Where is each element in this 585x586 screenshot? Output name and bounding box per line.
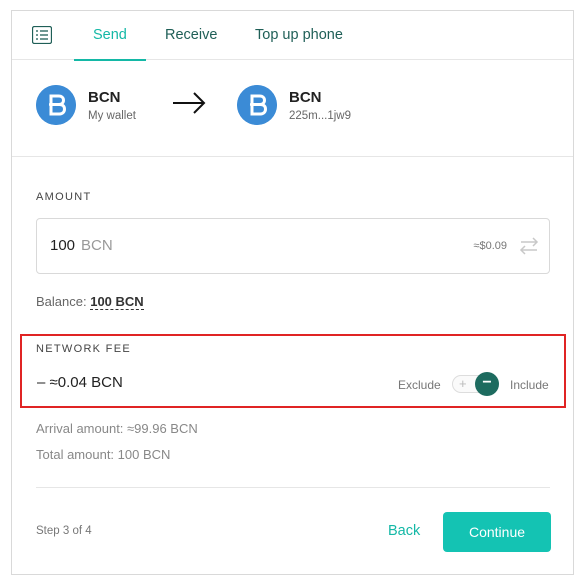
- amount-usd-estimate: ≈$0.09: [473, 240, 507, 252]
- minus-icon[interactable]: −: [475, 372, 499, 396]
- tab-receive[interactable]: Receive: [165, 11, 217, 60]
- balance-row: Balance: 100 BCN: [36, 294, 144, 310]
- network-fee-value: – ≈0.04 BCN: [37, 374, 123, 391]
- arrival-amount: Arrival amount: ≈99.96 BCN: [36, 421, 198, 436]
- from-wallet-label: My wallet: [88, 110, 136, 122]
- send-card: Send Receive Top up phone BCN My wallet …: [11, 10, 574, 575]
- amount-label: AMOUNT: [36, 191, 92, 203]
- tab-bar: Send Receive Top up phone: [12, 11, 573, 61]
- network-fee-label: NETWORK FEE: [36, 343, 131, 355]
- swap-currency-icon[interactable]: [519, 237, 539, 255]
- to-address-label: 225m...1jw9: [289, 110, 352, 122]
- bytecoin-icon: [36, 85, 76, 125]
- arrow-right-icon: [173, 92, 206, 114]
- fee-exclude-label[interactable]: Exclude: [398, 378, 441, 392]
- from-coin-name: BCN: [88, 89, 121, 106]
- step-indicator: Step 3 of 4: [36, 525, 92, 537]
- plus-icon: +: [459, 376, 467, 391]
- continue-button[interactable]: Continue: [443, 512, 551, 552]
- fee-include-label[interactable]: Include: [510, 378, 549, 392]
- divider: [36, 487, 550, 488]
- balance-value[interactable]: 100 BCN: [90, 294, 144, 310]
- tab-top-up-phone[interactable]: Top up phone: [255, 11, 343, 60]
- amount-value: 100: [50, 237, 76, 254]
- tab-send[interactable]: Send: [74, 11, 146, 61]
- total-amount: Total amount: 100 BCN: [36, 447, 171, 462]
- list-menu-icon[interactable]: [32, 26, 52, 44]
- to-coin-name: BCN: [289, 89, 322, 106]
- balance-prefix: Balance:: [36, 294, 87, 309]
- amount-unit: BCN: [81, 237, 113, 254]
- bytecoin-icon: [237, 85, 277, 125]
- amount-input[interactable]: 100 BCN ≈$0.09: [36, 218, 550, 274]
- transfer-summary: BCN My wallet BCN 225m...1jw9: [12, 61, 573, 157]
- back-button[interactable]: Back: [388, 523, 420, 539]
